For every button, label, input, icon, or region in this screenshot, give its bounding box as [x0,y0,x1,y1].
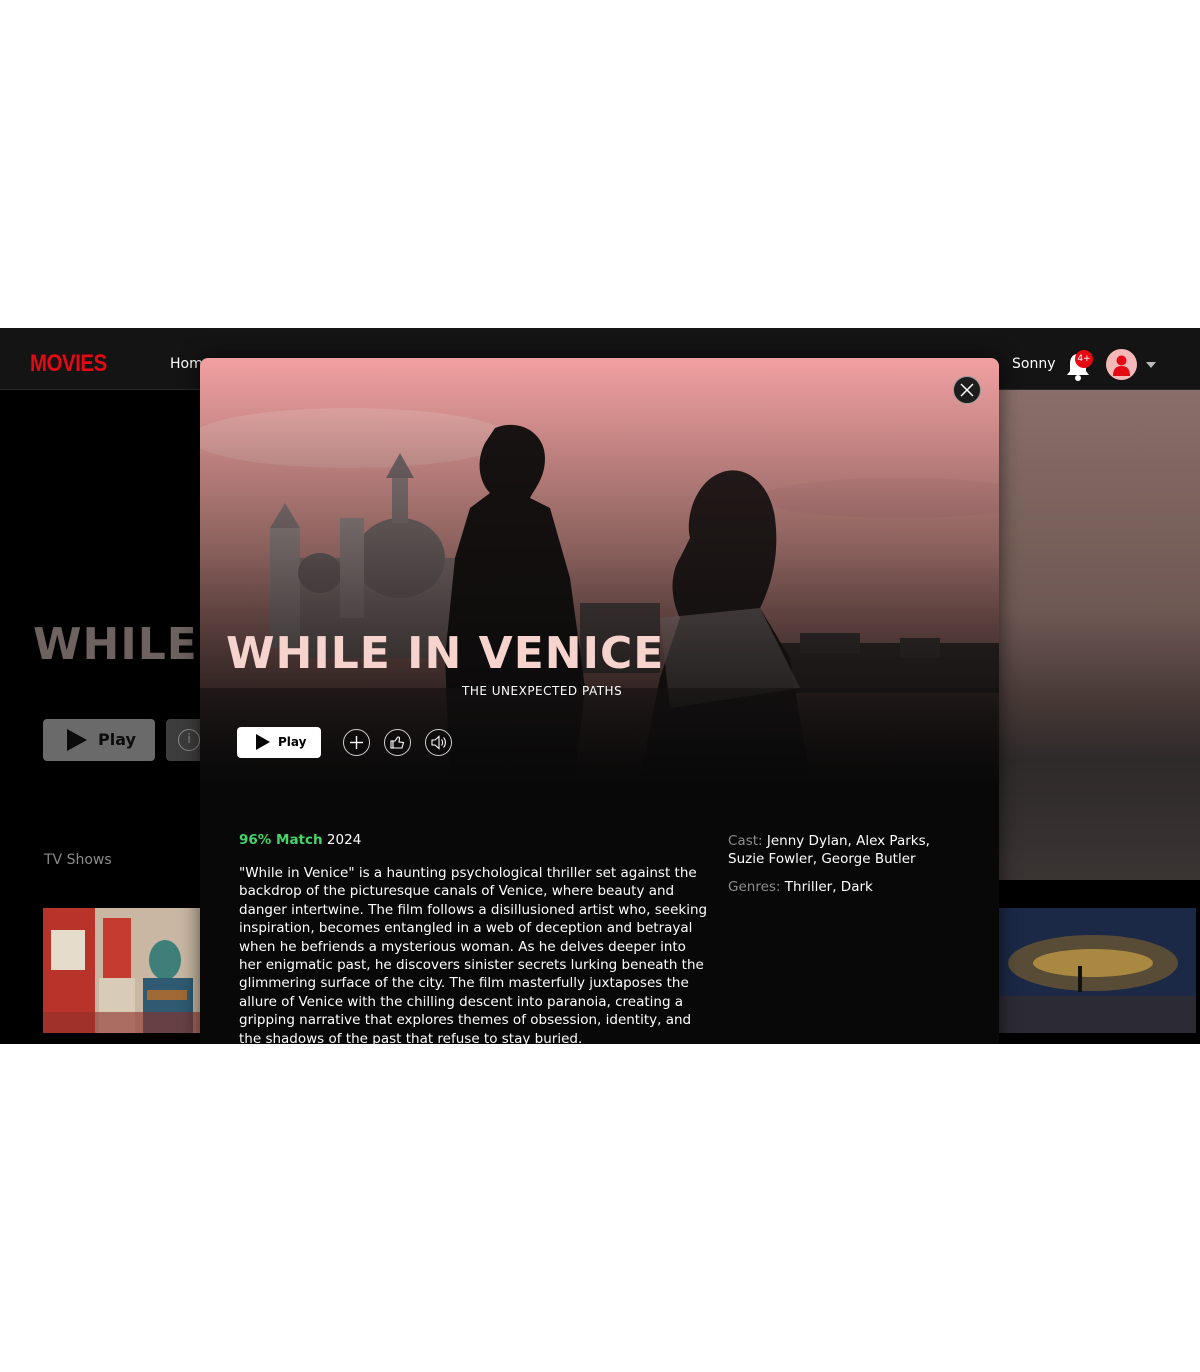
background-hero-image [998,390,1200,880]
info-icon: i [178,729,200,751]
genres-label: Genres: [728,879,781,895]
modal-title: WHILE IN VENICE [226,628,665,679]
close-icon [960,383,974,397]
release-year: 2024 [326,832,362,848]
modal-hero-image: WHILE IN VENICE THE UNEXPECTED PATHS Pla… [200,358,999,788]
tv-show-thumbnail[interactable] [998,908,1196,1033]
play-button-label: Play [278,735,307,749]
title-detail-modal: WHILE IN VENICE THE UNEXPECTED PATHS Pla… [200,358,999,1044]
genres-list[interactable]: Thriller, Dark [785,879,873,895]
thumbs-up-icon [390,736,405,749]
hero-artwork [200,358,999,788]
synopsis: "While in Venice" is a haunting psycholo… [239,865,708,1044]
match-year-line: 96% Match 2024 [239,832,709,848]
add-to-list-button[interactable] [343,729,370,756]
modal-subtitle: THE UNEXPECTED PATHS [462,684,623,698]
app-window: WHILE Play i TV Shows MOVIES Home Sonny … [0,328,1200,1044]
play-icon [67,729,87,751]
play-icon [256,734,270,750]
thumbnail-artwork [43,908,203,1033]
notification-badge: 4+ [1075,350,1093,368]
cast-label: Cast: [728,833,763,849]
modal-details-left: 96% Match 2024 "While in Venice" is a ha… [239,832,709,1044]
username-label[interactable]: Sonny [1012,356,1055,372]
brand-logo[interactable]: MOVIES [30,350,107,378]
avatar-icon[interactable] [1106,349,1137,380]
like-button[interactable] [384,729,411,756]
thumbnail-artwork [998,908,1196,1033]
genres-info: Genres: Thriller, Dark [728,878,948,896]
volume-button[interactable] [425,729,452,756]
volume-icon [431,735,446,750]
section-title-tv-shows: TV Shows [44,852,112,868]
cast-info: Cast: Jenny Dylan, Alex Parks, Suzie Fow… [728,832,948,868]
close-button[interactable] [953,376,981,404]
modal-details-right: Cast: Jenny Dylan, Alex Parks, Suzie Fow… [728,832,948,896]
plus-icon [350,736,363,749]
play-button[interactable]: Play [237,727,321,758]
background-hero-title: WHILE [33,619,198,670]
chevron-down-icon[interactable] [1146,362,1156,368]
background-play-button[interactable]: Play [43,719,155,761]
tv-show-thumbnail[interactable] [43,908,203,1033]
background-play-label: Play [98,730,136,749]
match-score: 96% Match [239,832,323,848]
